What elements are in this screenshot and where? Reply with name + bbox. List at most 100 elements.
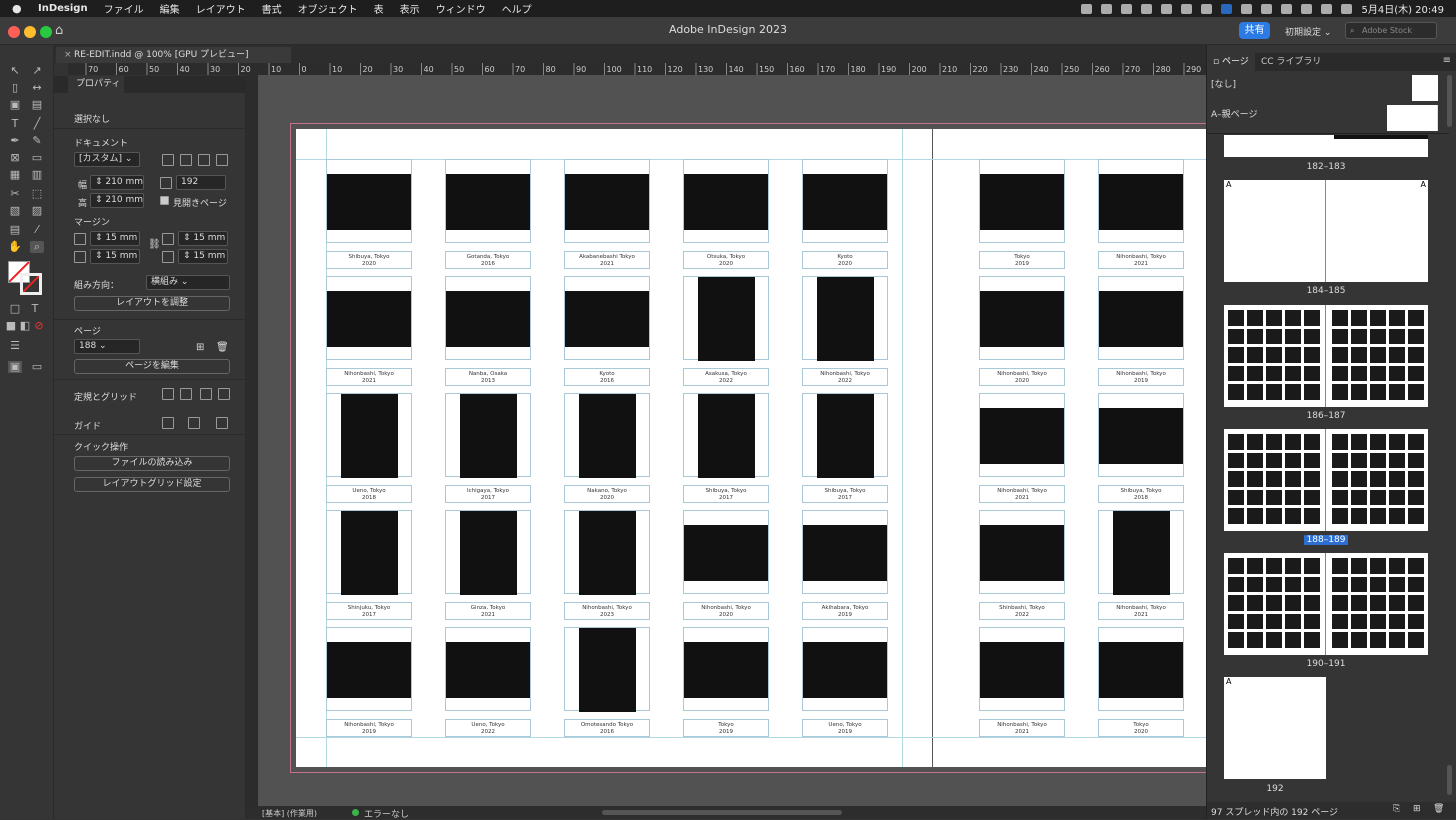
photo-caption[interactable]: Shibuya, Tokyo 2020 xyxy=(326,251,412,269)
photo-frame[interactable] xyxy=(1098,159,1184,243)
show-guides-icon[interactable] xyxy=(162,417,174,429)
photo-frame[interactable] xyxy=(326,393,412,478)
normal-mode-icon[interactable]: ▣ xyxy=(8,361,22,373)
share-button[interactable]: 共有 xyxy=(1239,22,1270,39)
photo-caption[interactable]: Ueno, Tokyo 2022 xyxy=(445,719,531,737)
document-grid-icon[interactable] xyxy=(200,388,212,400)
menu-object[interactable]: オブジェクト xyxy=(298,1,358,16)
orientation-icon[interactable] xyxy=(162,154,174,166)
rectangle-tool-icon[interactable]: ▭ xyxy=(30,152,44,164)
photo-frame[interactable] xyxy=(564,159,650,243)
photo-frame[interactable] xyxy=(445,627,531,711)
photo-caption[interactable]: Omotesando Tokyo 2016 xyxy=(564,719,650,737)
ruler-icon[interactable] xyxy=(162,388,174,400)
photo-frame[interactable] xyxy=(683,159,769,243)
page-tool-icon[interactable]: ▯ xyxy=(8,82,22,94)
menu-app[interactable]: InDesign xyxy=(38,3,88,14)
photo-caption[interactable]: Tokyo 2020 xyxy=(1098,719,1184,737)
photo-caption[interactable]: Shinjuku, Tokyo 2017 xyxy=(326,602,412,620)
menu-help[interactable]: ヘルプ xyxy=(502,1,532,16)
gradient-feather-icon[interactable]: ▨ xyxy=(30,205,44,217)
spread-label-190-191[interactable]: 190–191 xyxy=(1224,659,1428,669)
photo-frame[interactable] xyxy=(1098,510,1184,595)
binding-select[interactable]: 横組み ⌄ xyxy=(146,275,230,290)
height-field[interactable]: ⇕ 210 mm xyxy=(90,193,144,208)
photo-caption[interactable]: Nihonbashi, Tokyo 2021 xyxy=(1098,602,1184,620)
photo-frame[interactable] xyxy=(1098,276,1184,360)
none-master[interactable]: [なし] xyxy=(1211,77,1236,90)
facing-pages-checkbox[interactable] xyxy=(160,196,169,205)
none-master-thumb[interactable] xyxy=(1412,75,1438,101)
photo-frame[interactable] xyxy=(1098,393,1184,477)
link-margins-icon[interactable]: ⛓ xyxy=(148,239,161,250)
send-icon[interactable] xyxy=(1101,3,1113,14)
photo-caption[interactable]: Ueno, Tokyo 2019 xyxy=(802,719,888,737)
type-tool-icon[interactable]: T xyxy=(8,118,22,130)
photo-frame[interactable] xyxy=(445,159,531,243)
spread-thumb-188-189[interactable] xyxy=(1224,429,1428,531)
photo-frame[interactable] xyxy=(802,510,888,594)
photo-frame[interactable] xyxy=(979,276,1065,360)
horizontal-scrollbar[interactable] xyxy=(602,810,842,815)
photo-caption[interactable]: Ueno, Tokyo 2018 xyxy=(326,485,412,503)
table-tool-icon[interactable]: ▦ xyxy=(8,169,22,181)
photo-frame[interactable] xyxy=(802,276,888,361)
preset-select[interactable]: [カスタム] ⌄ xyxy=(74,152,140,167)
delete-spread-icon[interactable]: 🗑 xyxy=(1433,804,1444,814)
photo-frame[interactable] xyxy=(326,159,412,243)
photo-caption[interactable]: Nanba, Osaka 2013 xyxy=(445,368,531,386)
eye-icon[interactable] xyxy=(1141,3,1153,14)
spread-188-189[interactable]: Shibuya, Tokyo 2020 Gotanda, Tokyo 2016 Akab… xyxy=(296,129,1206,767)
photo-caption[interactable]: Nihonbashi, Tokyo 2019 xyxy=(326,719,412,737)
photo-frame[interactable] xyxy=(979,627,1065,711)
delete-page-icon[interactable]: 🗑 xyxy=(216,342,229,353)
photo-caption[interactable]: Nihonbashi, Tokyo 2020 xyxy=(683,602,769,620)
apply-none-icon[interactable]: ⊘ xyxy=(32,320,46,332)
photo-frame[interactable] xyxy=(683,510,769,594)
photo-caption[interactable]: Ichigaya, Tokyo 2017 xyxy=(445,485,531,503)
pages-scrollbar[interactable] xyxy=(1447,765,1452,795)
spread-thumb-190-191[interactable] xyxy=(1224,553,1428,655)
wifi-icon[interactable] xyxy=(1281,3,1293,14)
layout-grid-icon[interactable] xyxy=(218,388,230,400)
volume-icon[interactable] xyxy=(1201,3,1213,14)
preview-mode-icon[interactable]: ☰ xyxy=(8,340,22,352)
pen-tool-icon[interactable]: ✒ xyxy=(8,135,22,147)
photo-caption[interactable]: Gotanda, Tokyo 2016 xyxy=(445,251,531,269)
photo-frame[interactable] xyxy=(326,510,412,595)
menu-layout[interactable]: レイアウト xyxy=(196,1,246,16)
page-label-192[interactable]: 192 xyxy=(1224,784,1326,794)
document-tab[interactable]: × RE-EDIT.indd @ 100% [GPU プレビュー] xyxy=(56,47,291,63)
dropbox-icon[interactable] xyxy=(1121,3,1133,14)
horizontal-ruler[interactable]: 70 60 50 40 30 20 10 0 10 20 30 40 50 60 70 80 90 100 110 1… xyxy=(68,63,1206,75)
margin-bottom-field[interactable]: ⇕ 15 mm xyxy=(90,249,140,264)
bluetooth-icon[interactable] xyxy=(1241,3,1253,14)
page-size-icon[interactable]: ⎘ xyxy=(1393,804,1400,814)
gap-tool-icon[interactable]: ↔ xyxy=(30,82,44,94)
input-source-icon[interactable] xyxy=(1221,3,1233,14)
control-center-icon[interactable] xyxy=(1341,3,1353,14)
photo-frame[interactable] xyxy=(1098,627,1184,711)
photo-frame[interactable] xyxy=(445,510,531,595)
menu-window[interactable]: ウィンドウ xyxy=(436,1,486,16)
photo-frame[interactable] xyxy=(683,627,769,711)
photo-frame[interactable] xyxy=(564,393,650,478)
photo-caption[interactable]: Nihonbashi, Tokyo 2021 xyxy=(326,368,412,386)
selection-tool-icon[interactable]: ↖ xyxy=(8,65,22,77)
menu-edit[interactable]: 編集 xyxy=(160,1,180,16)
formatting-text-icon[interactable]: T xyxy=(28,303,42,315)
portrait-icon[interactable] xyxy=(180,154,192,166)
margin-left-field[interactable]: ⇕ 15 mm xyxy=(178,231,228,246)
search-icon[interactable] xyxy=(1321,3,1333,14)
workspace-switcher[interactable]: 初期設定 ⌄ xyxy=(1285,25,1331,38)
photo-caption[interactable]: Kyoto 2016 xyxy=(564,368,650,386)
width-field[interactable]: ⇕ 210 mm xyxy=(90,175,144,190)
creative-cloud-icon[interactable] xyxy=(1081,3,1093,14)
landscape-icon[interactable] xyxy=(198,154,210,166)
menu-table[interactable]: 表 xyxy=(374,1,384,16)
photo-frame[interactable] xyxy=(445,276,531,360)
free-transform-tool-icon[interactable]: ⬚ xyxy=(30,188,44,200)
panel-menu-icon[interactable]: ≡ xyxy=(1443,55,1451,66)
photo-caption[interactable]: Nihonbashi, Tokyo 2021 xyxy=(979,485,1065,503)
baseline-grid-icon[interactable] xyxy=(180,388,192,400)
